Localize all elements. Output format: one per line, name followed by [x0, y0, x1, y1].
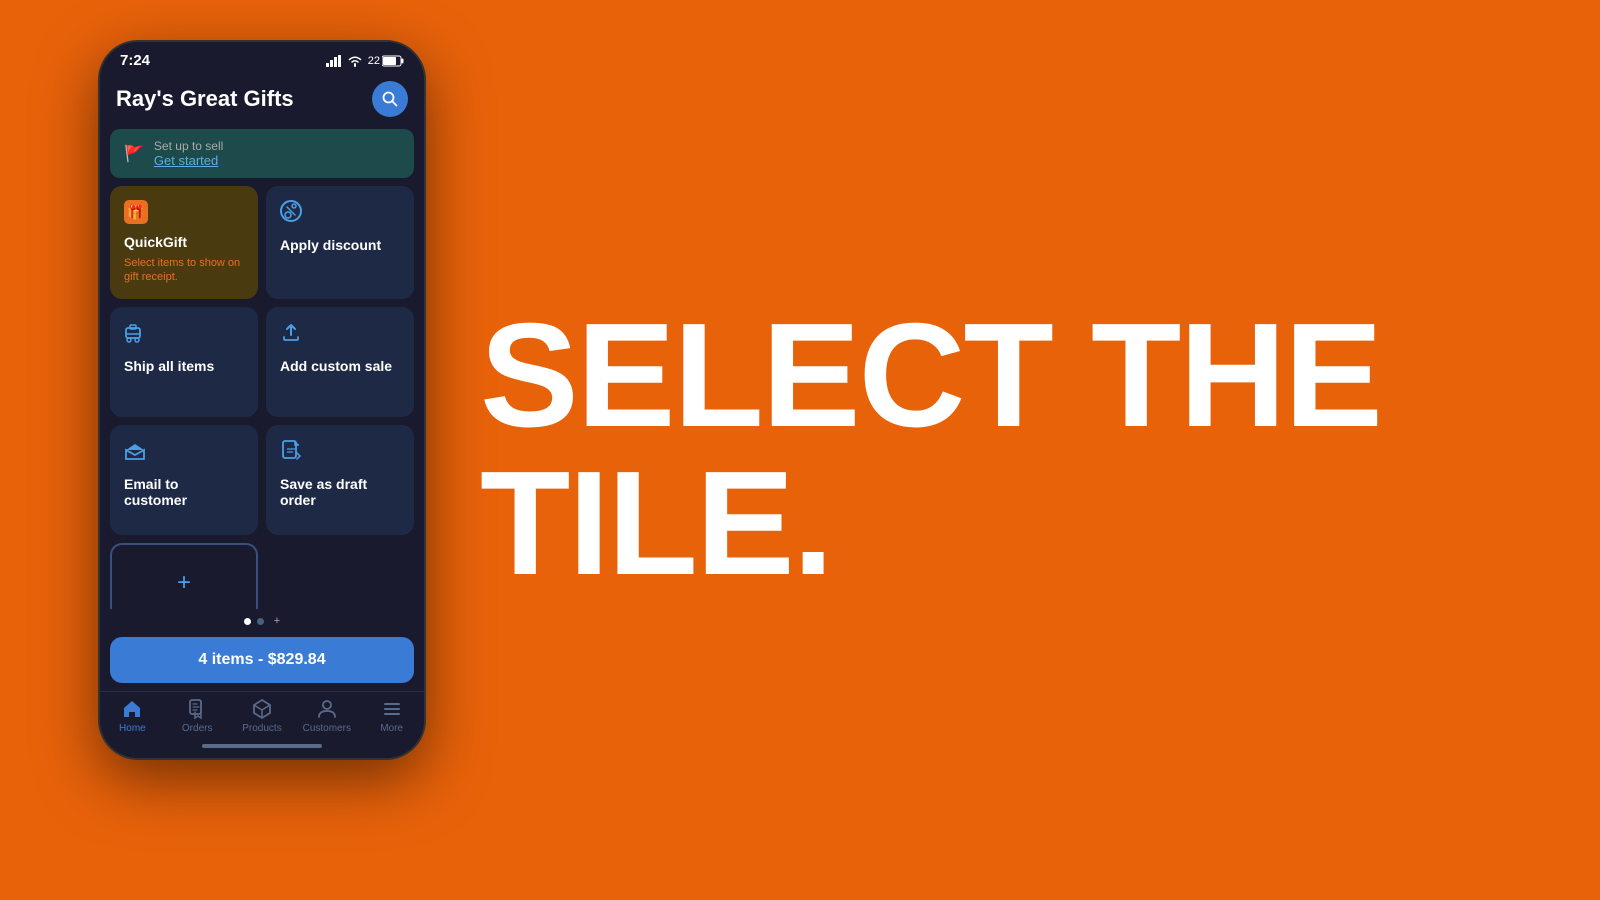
battery-icon: [382, 55, 404, 67]
add-tile-row: +: [110, 543, 414, 609]
discount-icon: [280, 200, 400, 227]
tile-quick-gift[interactable]: 🎁 QuickGift Select items to show on gift…: [110, 186, 258, 299]
pagination-dot-1: [244, 618, 251, 625]
pagination-plus: +: [274, 615, 280, 627]
orders-icon: [186, 698, 208, 720]
tile-save-as-draft-title: Save as draft order: [280, 476, 400, 508]
status-bar: 7:24 22: [100, 42, 424, 73]
app-title: Ray's Great Gifts: [116, 86, 294, 112]
home-icon: [121, 698, 143, 720]
nav-more[interactable]: More: [359, 698, 424, 734]
tile-ship-all-items[interactable]: Ship all items: [110, 307, 258, 417]
wifi-icon: [347, 55, 363, 67]
tile-email-to-customer-title: Email to customer: [124, 476, 244, 508]
nav-customers-label: Customers: [303, 723, 351, 734]
signal-icon: [326, 55, 342, 67]
home-indicator: [100, 738, 424, 758]
tile-email-to-customer[interactable]: Email to customer: [110, 425, 258, 535]
nav-products-label: Products: [242, 723, 281, 734]
tiles-grid: 🎁 QuickGift Select items to show on gift…: [110, 186, 414, 535]
tile-apply-discount-title: Apply discount: [280, 237, 400, 253]
setup-banner[interactable]: 🚩 Set up to sell Get started: [110, 129, 414, 178]
upload-icon: [280, 321, 400, 348]
search-button[interactable]: [372, 81, 408, 117]
status-icons: 22: [326, 55, 404, 67]
tile-ship-all-items-title: Ship all items: [124, 358, 244, 374]
search-icon: [382, 91, 398, 107]
flag-icon: 🚩: [124, 144, 144, 164]
more-icon: [381, 698, 403, 720]
setup-link[interactable]: Get started: [154, 153, 223, 168]
pagination-dot-2: [257, 618, 264, 625]
battery-level: 22: [368, 55, 380, 67]
ship-icon: [124, 321, 244, 348]
status-time: 7:24: [120, 52, 150, 69]
nav-products[interactable]: Products: [230, 698, 295, 734]
plus-icon: +: [177, 569, 191, 597]
hero-text: SELECT THE TILE.: [480, 302, 1530, 598]
nav-home[interactable]: Home: [100, 698, 165, 734]
tile-quick-gift-title: QuickGift: [124, 234, 244, 250]
tile-apply-discount[interactable]: Apply discount: [266, 186, 414, 299]
home-bar: [202, 744, 322, 748]
nav-customers[interactable]: Customers: [294, 698, 359, 734]
cart-button[interactable]: 4 items - $829.84: [110, 637, 414, 683]
email-icon: [124, 439, 244, 466]
hero-line1: SELECT THE: [480, 302, 1530, 450]
setup-title: Set up to sell: [154, 139, 223, 153]
app-header: Ray's Great Gifts: [100, 73, 424, 129]
tile-save-as-draft[interactable]: Save as draft order: [266, 425, 414, 535]
nav-home-label: Home: [119, 723, 146, 734]
tile-add-custom-sale-title: Add custom sale: [280, 358, 400, 374]
nav-orders[interactable]: Orders: [165, 698, 230, 734]
tile-add-custom-sale[interactable]: Add custom sale: [266, 307, 414, 417]
gift-icon: 🎁: [124, 200, 148, 224]
tile-quick-gift-subtitle: Select items to show on gift receipt.: [124, 256, 244, 285]
add-tile-button[interactable]: +: [110, 543, 258, 609]
phone-mockup: 7:24 22: [98, 40, 426, 760]
hero-line2: TILE.: [480, 450, 1530, 598]
products-icon: [251, 698, 273, 720]
nav-more-label: More: [380, 723, 403, 734]
customers-icon: [316, 698, 338, 720]
nav-orders-label: Orders: [182, 723, 213, 734]
tiles-container: 🎁 QuickGift Select items to show on gift…: [100, 186, 424, 609]
battery-indicator: 22: [368, 55, 404, 67]
setup-text: Set up to sell Get started: [154, 139, 223, 168]
pagination: +: [100, 609, 424, 633]
draft-icon: [280, 439, 400, 466]
bottom-nav: Home Orders Products Customers: [100, 691, 424, 738]
